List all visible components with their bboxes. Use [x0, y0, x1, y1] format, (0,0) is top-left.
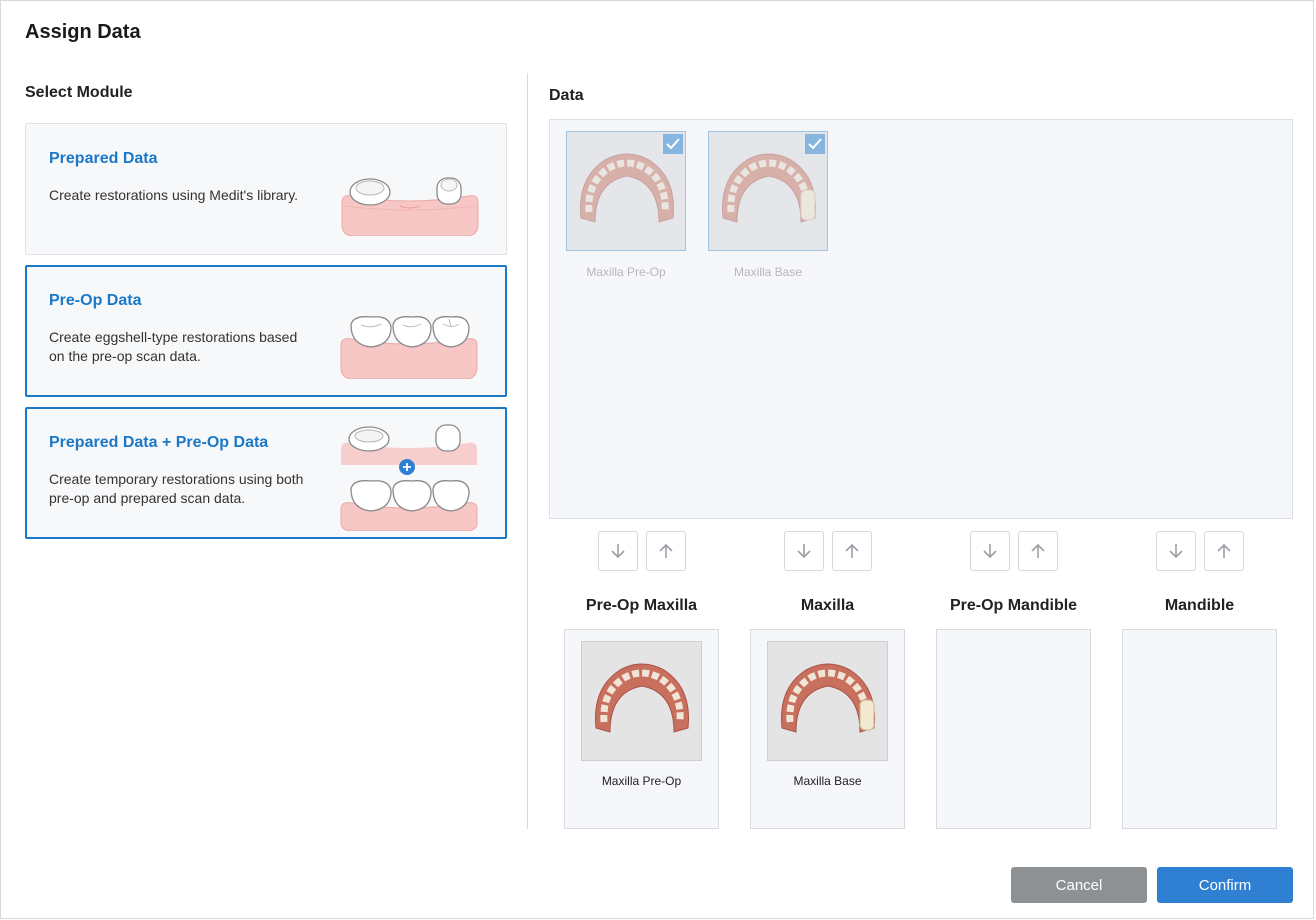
- move-up-pre-op-mandible-button[interactable]: [1018, 531, 1058, 571]
- slot-maxilla[interactable]: Maxilla Base: [750, 629, 905, 829]
- arrow-up-icon: [845, 543, 859, 558]
- arrow-down-icon: [797, 544, 811, 559]
- module-prepared-plus-pre-op-data[interactable]: Prepared Data + Pre-Op Data Create tempo…: [25, 407, 507, 539]
- maxilla-scan-icon: [781, 663, 875, 733]
- confirm-button[interactable]: Confirm: [1157, 867, 1293, 903]
- arrow-down-icon: [983, 544, 997, 559]
- slot-mandible[interactable]: [1122, 629, 1277, 829]
- data-item-label: Maxilla Pre-Op: [586, 265, 666, 279]
- slot-title-pre-op-mandible: Pre-Op Mandible: [949, 597, 1078, 614]
- move-down-pre-op-mandible-button[interactable]: [970, 531, 1010, 571]
- module-title: Prepared Data: [49, 150, 158, 167]
- pre-op-teeth-illustration: [340, 316, 478, 379]
- module-title: Pre-Op Data: [49, 292, 142, 309]
- slot-title-mandible: Mandible: [1164, 597, 1235, 614]
- dialog-title: Assign Data: [25, 21, 141, 43]
- slot-title-pre-op-maxilla: Pre-Op Maxilla: [585, 597, 698, 614]
- module-prepared-data[interactable]: Prepared Data Create restorations using …: [25, 123, 507, 255]
- prepared-teeth-illustration: [341, 177, 479, 236]
- module-description: Create temporary restorations using both…: [49, 471, 304, 506]
- select-module-heading: Select Module: [25, 84, 133, 101]
- data-item-label: Maxilla Base: [733, 265, 803, 279]
- module-pre-op-data[interactable]: Pre-Op Data Create eggshell-type restora…: [25, 265, 507, 397]
- data-pool: Maxilla Pre-Op Maxilla Base: [549, 119, 1293, 519]
- arrow-up-icon: [659, 543, 673, 558]
- assigned-label: Maxilla Base: [793, 774, 862, 788]
- move-up-mandible-button[interactable]: [1204, 531, 1244, 571]
- move-up-pre-op-maxilla-button[interactable]: [646, 531, 686, 571]
- arrow-up-icon: [1217, 543, 1231, 558]
- maxilla-scan-icon: [580, 153, 674, 223]
- assign-data-dialog: Assign Data Select Module Prepared Data …: [0, 0, 1314, 919]
- combined-teeth-illustration: [340, 424, 478, 531]
- move-down-mandible-button[interactable]: [1156, 531, 1196, 571]
- data-heading: Data: [549, 87, 584, 104]
- maxilla-scan-icon: [595, 663, 689, 733]
- arrow-up-icon: [1031, 543, 1045, 558]
- slot-title-maxilla: Maxilla: [800, 597, 855, 614]
- checkbox-checked-icon[interactable]: [663, 134, 683, 154]
- assigned-thumbnail[interactable]: [767, 641, 888, 761]
- assigned-thumbnail[interactable]: [581, 641, 702, 761]
- maxilla-scan-icon: [722, 153, 816, 223]
- move-up-maxilla-button[interactable]: [832, 531, 872, 571]
- column-divider: [527, 73, 528, 829]
- slot-pre-op-maxilla[interactable]: Maxilla Pre-Op: [564, 629, 719, 829]
- data-item-maxilla-pre-op[interactable]: [566, 131, 686, 251]
- cancel-button[interactable]: Cancel: [1011, 867, 1147, 903]
- move-down-pre-op-maxilla-button[interactable]: [598, 531, 638, 571]
- data-item-maxilla-base[interactable]: [708, 131, 828, 251]
- checkbox-checked-icon[interactable]: [805, 134, 825, 154]
- module-title: Prepared Data + Pre-Op Data: [49, 434, 269, 451]
- slot-pre-op-mandible[interactable]: [936, 629, 1091, 829]
- assigned-label: Maxilla Pre-Op: [601, 774, 682, 788]
- arrow-down-icon: [1169, 544, 1183, 559]
- module-description: Create eggshell-type restorations based …: [49, 329, 298, 364]
- module-description: Create restorations using Medit's librar…: [49, 187, 299, 203]
- move-down-maxilla-button[interactable]: [784, 531, 824, 571]
- arrow-down-icon: [611, 544, 625, 559]
